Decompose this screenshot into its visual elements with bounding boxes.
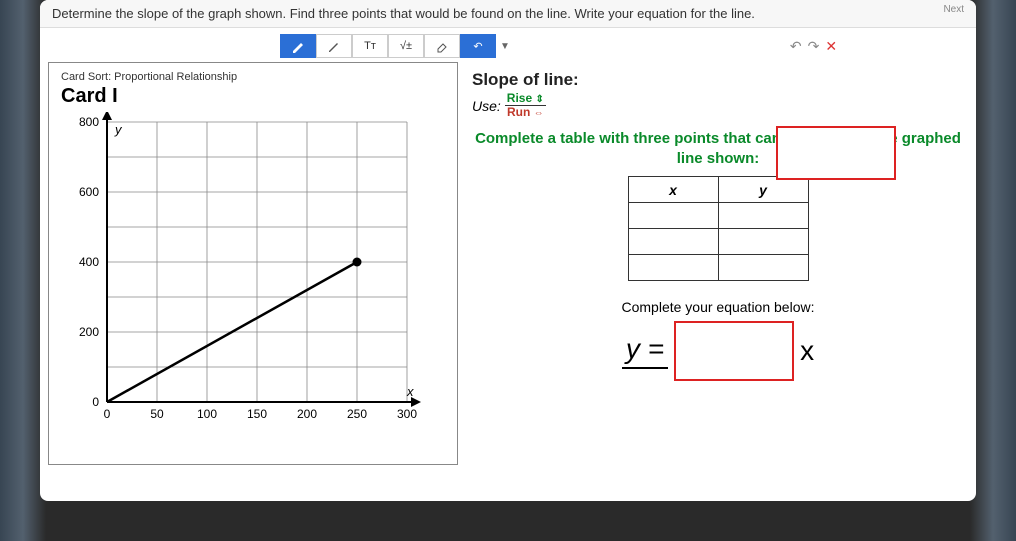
card-panel: Card Sort: Proportional Relationship Car… — [48, 62, 458, 465]
run-arrow-icon: ⇔ — [534, 108, 544, 119]
graph-svg: y x 0 200 400 600 800 0 50 100 150 200 — [61, 112, 431, 452]
table-header-row: x y — [628, 177, 808, 203]
undo-curve-icon: ↶ — [473, 40, 482, 53]
svg-text:150: 150 — [247, 407, 267, 421]
table-row — [628, 203, 808, 229]
points-table: x y — [628, 176, 809, 281]
tablet-screen: Next Determine the slope of the graph sh… — [40, 0, 976, 501]
close-button[interactable]: ✕ — [825, 38, 837, 55]
table-row — [628, 229, 808, 255]
undo-button[interactable]: ↶ — [790, 38, 802, 55]
pencil-icon — [327, 39, 341, 53]
answer-panel: Slope of line: Use: Rise ⇕ Run ⇔ Complet… — [468, 62, 968, 465]
slope-hint: Use: Rise ⇕ Run ⇔ — [472, 92, 964, 119]
pen-tool-button[interactable] — [280, 34, 316, 58]
next-button[interactable]: Next — [943, 4, 964, 15]
cell-x1[interactable] — [628, 203, 718, 229]
equation-slope-input[interactable] — [674, 321, 794, 381]
svg-text:600: 600 — [79, 185, 99, 199]
svg-text:300: 300 — [397, 407, 417, 421]
slope-title: Slope of line: — [472, 70, 964, 90]
eraser-tool-button[interactable] — [424, 34, 460, 58]
background-right — [970, 0, 1016, 541]
svg-text:400: 400 — [79, 255, 99, 269]
cell-y3[interactable] — [718, 255, 808, 281]
toolbar: Tᴛ √± ↶ ▼ ↶ ↷ ✕ — [280, 34, 976, 58]
undo-tool-button[interactable]: ↶ — [460, 34, 496, 58]
graph[interactable]: y x 0 200 400 600 800 0 50 100 150 200 — [61, 112, 431, 452]
rise-over-run: Rise ⇕ Run ⇔ — [505, 92, 546, 119]
pen-icon — [291, 39, 305, 53]
svg-text:800: 800 — [79, 115, 99, 129]
equation-x: x — [800, 335, 814, 367]
cell-y2[interactable] — [718, 229, 808, 255]
card-sort-label: Card Sort: Proportional Relationship — [61, 71, 445, 83]
question-text: Determine the slope of the graph shown. … — [40, 0, 976, 28]
dropdown-caret-icon[interactable]: ▼ — [500, 41, 510, 52]
svg-text:200: 200 — [79, 325, 99, 339]
svg-text:200: 200 — [297, 407, 317, 421]
table-row — [628, 255, 808, 281]
col-y-header: y — [718, 177, 808, 203]
eraser-icon — [435, 39, 449, 53]
col-x-header: x — [628, 177, 718, 203]
text-tool-button[interactable]: Tᴛ — [352, 34, 388, 58]
card-title: Card I — [61, 85, 445, 108]
equation-line: y = x — [472, 321, 964, 381]
svg-text:0: 0 — [104, 407, 111, 421]
cell-x2[interactable] — [628, 229, 718, 255]
pencil-tool-button[interactable] — [316, 34, 352, 58]
svg-text:50: 50 — [150, 407, 164, 421]
equation-prompt: Complete your equation below: — [472, 299, 964, 315]
y-axis-label: y — [114, 122, 123, 137]
equation-y-equals: y = — [622, 333, 668, 369]
rise-arrow-icon: ⇕ — [536, 94, 544, 105]
cell-y1[interactable] — [718, 203, 808, 229]
redo-button[interactable]: ↷ — [808, 38, 820, 55]
svg-text:0: 0 — [92, 395, 99, 409]
slope-answer-input[interactable] — [776, 126, 896, 180]
svg-text:250: 250 — [347, 407, 367, 421]
cell-x3[interactable] — [628, 255, 718, 281]
svg-text:100: 100 — [197, 407, 217, 421]
use-label: Use: — [472, 98, 501, 114]
math-tool-button[interactable]: √± — [388, 34, 424, 58]
x-axis-label: x — [406, 384, 414, 399]
